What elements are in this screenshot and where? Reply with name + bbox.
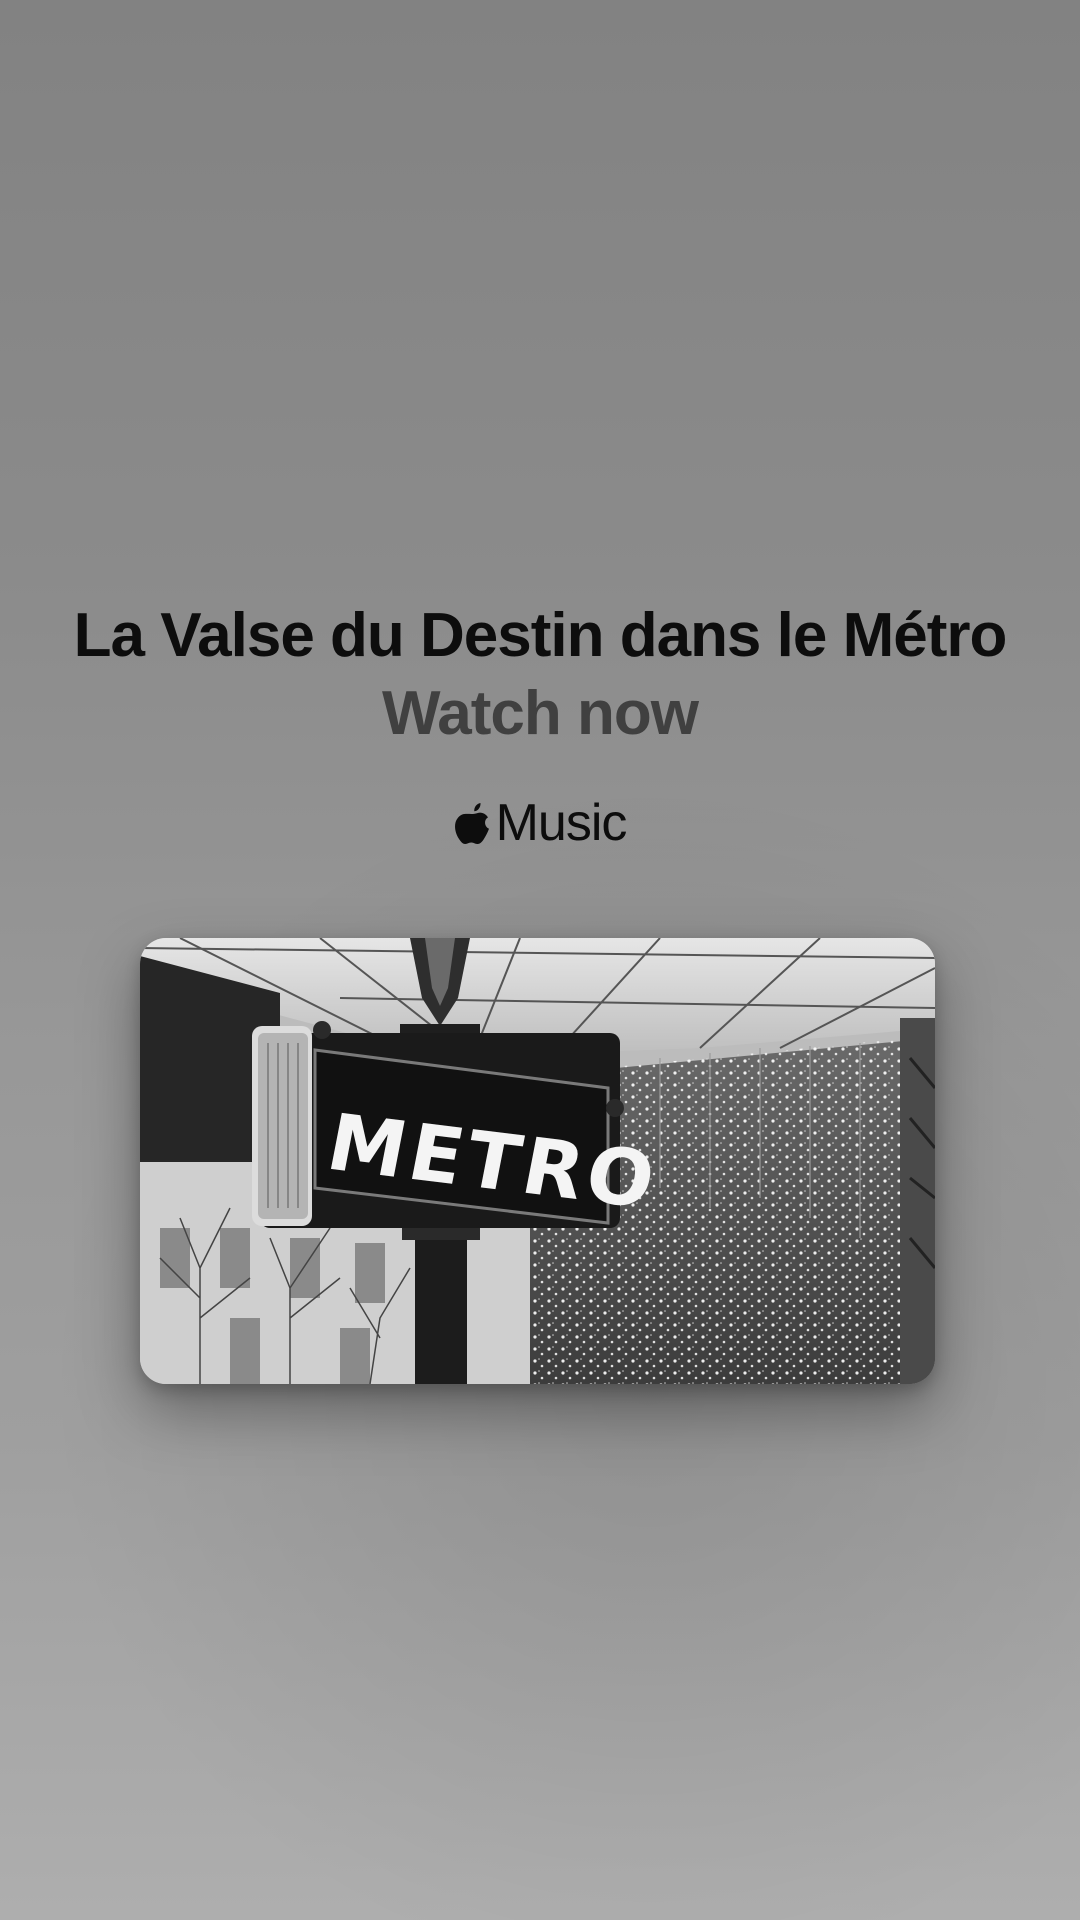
brand-label: Music <box>495 794 628 852</box>
metro-sign-photo: METRO <box>140 938 935 1384</box>
watch-now-link[interactable]: Watch now <box>0 678 1080 749</box>
apple-logo-icon <box>454 801 492 845</box>
song-title: La Valse du Destin dans le Métro <box>73 601 1008 670</box>
apple-music-logo: Music <box>0 793 1080 853</box>
video-artwork[interactable]: METRO <box>140 938 935 1384</box>
